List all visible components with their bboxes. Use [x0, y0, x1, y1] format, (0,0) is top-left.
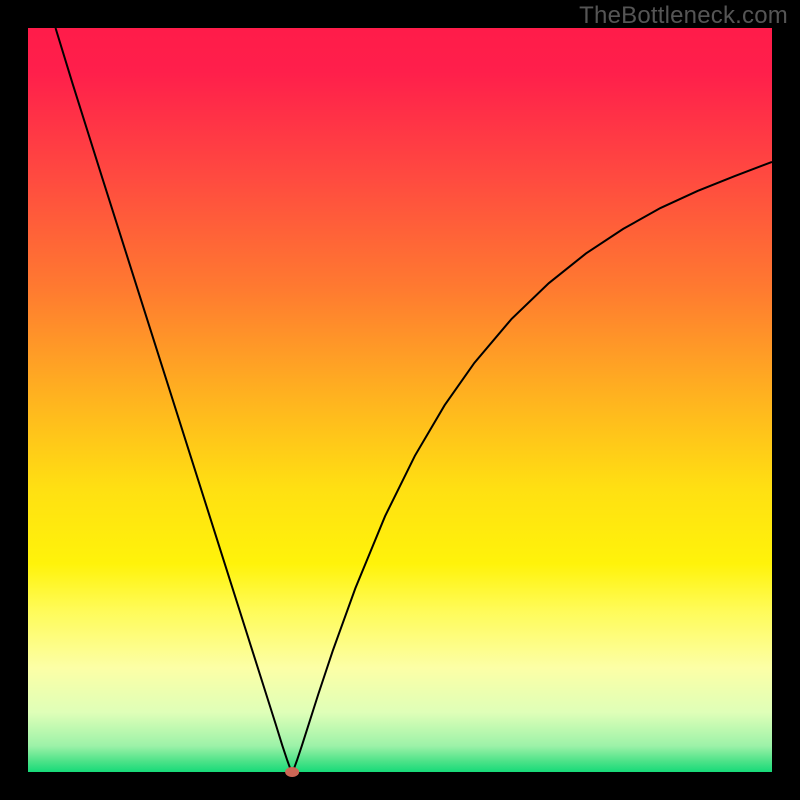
plot-background — [28, 28, 772, 772]
chart-container: TheBottleneck.com — [0, 0, 800, 800]
watermark-label: TheBottleneck.com — [579, 2, 788, 30]
chart-svg — [0, 0, 800, 800]
minimum-marker — [285, 767, 299, 777]
